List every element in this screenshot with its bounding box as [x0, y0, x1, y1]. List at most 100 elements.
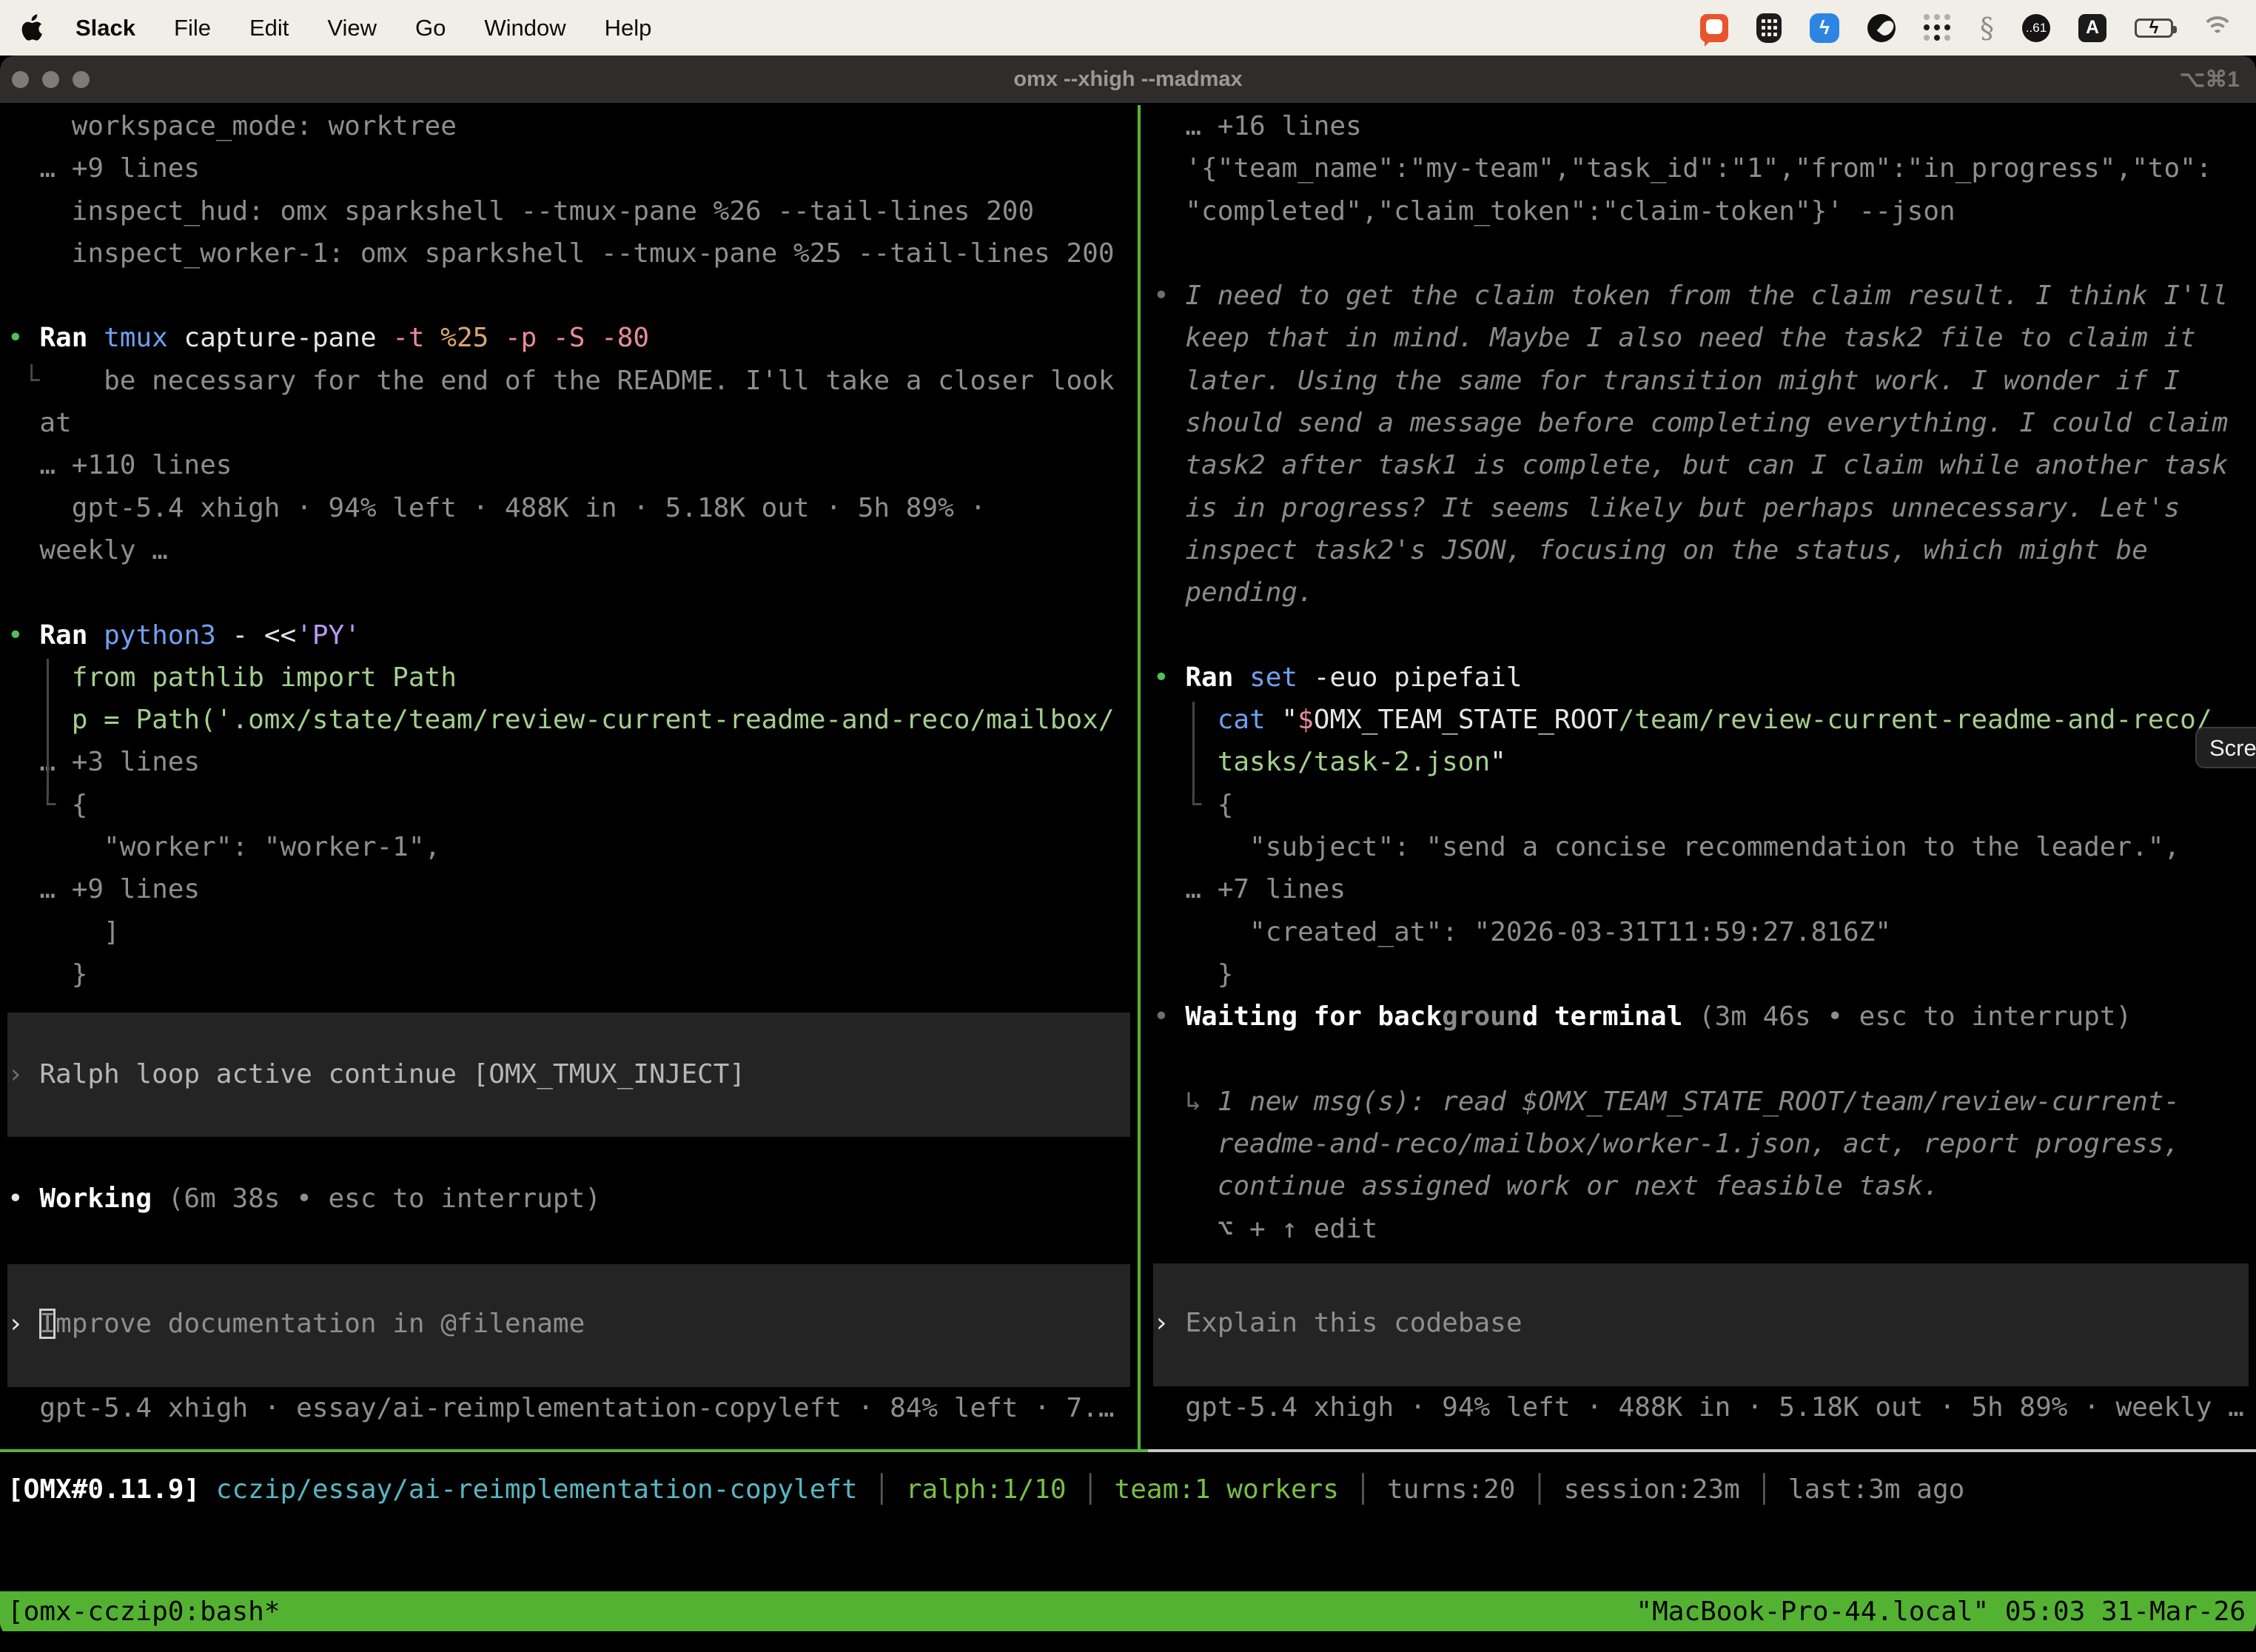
terminal-line: "created_at": "2026-03-31T11:59:27.816Z" — [1153, 911, 2256, 953]
terminal-line: … +110 lines — [7, 444, 1138, 486]
terminal-line: › Ralph loop active continue [OMX_TMUX_I… — [7, 1053, 1130, 1095]
terminal-line: • Working (6m 38s • esc to interrupt) — [7, 1178, 1138, 1220]
terminal-line: inspect task2's JSON, focusing on the st… — [1153, 529, 2256, 571]
terminal-line: ↳ 1 new msg(s): read $OMX_TEAM_STATE_ROO… — [1153, 1081, 2256, 1123]
window-title: omx --xhigh --madmax — [0, 67, 2256, 92]
terminal-line: } — [1153, 953, 2256, 995]
pane-bottom-border — [0, 1449, 2256, 1452]
bolt-badge-icon[interactable]: ϟ — [1810, 12, 1839, 44]
terminal-line: … +7 lines — [1153, 868, 2256, 910]
terminal-left-pane[interactable]: workspace_mode: worktree … +9 lines insp… — [0, 105, 1138, 1429]
terminal-line: ] — [7, 911, 1138, 953]
terminal-line: continue assigned work or next feasible … — [1153, 1165, 2256, 1207]
terminal-line: • Ran python3 - <<'PY' — [7, 614, 1138, 657]
window-titlebar[interactable]: omx --xhigh --madmax ⌥⌘1 — [0, 56, 2256, 103]
terminal-line — [7, 275, 1138, 317]
terminal-line: tasks/task-2.json" — [1153, 741, 2256, 783]
terminal-line: keep that in mind. Maybe I also need the… — [1153, 317, 2256, 359]
indent-guide — [1192, 702, 1203, 797]
tmux-status-bar: [omx-cczip0:bash* "MacBook-Pro-44.local"… — [0, 1591, 2256, 1631]
apple-menu-icon[interactable] — [21, 13, 46, 43]
terminal-body: workspace_mode: worktree … +9 lines insp… — [0, 103, 2256, 1449]
terminal-line: › Explain this codebase — [1153, 1302, 2249, 1344]
pane-divider[interactable] — [1138, 105, 1141, 1449]
terminal-line: later. Using the same for transition mig… — [1153, 360, 2256, 402]
terminal-line: "subject": "send a concise recommendatio… — [1153, 826, 2256, 868]
left-prompt-input[interactable]: › Improve documentation in @filename — [7, 1264, 1130, 1387]
terminal-line: '{"team_name":"my-team","task_id":"1","f… — [1153, 147, 2256, 189]
terminal-line: └ { — [1153, 784, 2256, 826]
left-prompt-line: › Improve documentation in @filename — [7, 1303, 1130, 1345]
terminal-line: └ { — [7, 784, 1138, 826]
terminal-line: ⌥ + ↑ edit — [1153, 1208, 2256, 1250]
terminal-line: p = Path('.omx/state/team/review-current… — [7, 699, 1138, 741]
terminal-line: › Improve documentation in @filename — [7, 1303, 1130, 1345]
terminal-line: • Ran set -euo pipefail — [1153, 657, 2256, 699]
terminal-line: "worker": "worker-1", — [7, 826, 1138, 868]
terminal-line: cat "$OMX_TEAM_STATE_ROOT/team/review-cu… — [1153, 699, 2256, 741]
window-shortcut: ⌥⌘1 — [2180, 67, 2240, 93]
menu-item-window[interactable]: Window — [484, 15, 565, 41]
terminal-line: gpt-5.4 xhigh · essay/ai-reimplementatio… — [7, 1387, 1138, 1429]
right-prompt-input[interactable]: › Explain this codebase — [1153, 1263, 2249, 1386]
terminal-line: "completed","claim_token":"claim-token"}… — [1153, 190, 2256, 232]
menu-item-edit[interactable]: Edit — [249, 15, 289, 41]
omx-status-line: [OMX#0.11.9] cczip/essay/ai-reimplementa… — [0, 1468, 2256, 1511]
left-pane-output: workspace_mode: worktree … +9 lines insp… — [7, 105, 1138, 995]
menu-status-area: ϟ § ..61 A ϟ — [1700, 12, 2234, 44]
pie-chart-icon[interactable] — [1867, 12, 1896, 44]
terminal-line: … +16 lines — [1153, 105, 2256, 147]
keypad-shield-icon[interactable] — [1756, 12, 1782, 44]
menu-bar: Slack File Edit View Go Window Help ϟ § … — [0, 0, 2256, 56]
right-prompt-line: › Explain this codebase — [1153, 1302, 2249, 1344]
squiggle-icon[interactable]: § — [1980, 12, 1994, 44]
right-pane-output: … +16 lines '{"team_name":"my-team","tas… — [1153, 105, 2256, 1250]
terminal-line — [7, 571, 1138, 614]
indent-guide — [47, 659, 57, 798]
tmux-session-label: [omx-cczip0:bash* — [7, 1596, 280, 1627]
battery-charging-icon[interactable]: ϟ — [2135, 12, 2173, 44]
ralph-status-box: › Ralph loop active continue [OMX_TMUX_I… — [7, 1013, 1130, 1137]
terminal-line: • Ran tmux capture-pane -t %25 -p -S -80 — [7, 317, 1138, 359]
terminal-line: [OMX#0.11.9] cczip/essay/ai-reimplementa… — [7, 1468, 2256, 1511]
menu-item-go[interactable]: Go — [415, 15, 446, 41]
terminal-line: weekly … — [7, 529, 1138, 571]
left-pane-statusline: gpt-5.4 xhigh · essay/ai-reimplementatio… — [7, 1387, 1138, 1429]
terminal-line: workspace_mode: worktree — [7, 105, 1138, 147]
working-status-line: • Working (6m 38s • esc to interrupt) — [7, 1178, 1138, 1220]
dots-grid-icon[interactable] — [1924, 12, 1952, 44]
terminal-line: • I need to get the claim token from the… — [1153, 275, 2256, 317]
right-pane-statusline: gpt-5.4 xhigh · 94% left · 488K in · 5.1… — [1153, 1386, 2256, 1428]
menu-item-file[interactable]: File — [174, 15, 211, 41]
terminal-line: gpt-5.4 xhigh · 94% left · 488K in · 5.1… — [1153, 1386, 2256, 1428]
terminal-line: } — [7, 953, 1138, 995]
terminal-line: … +9 lines — [7, 147, 1138, 189]
terminal-line: from pathlib import Path — [7, 657, 1138, 699]
wifi-icon[interactable] — [2201, 12, 2234, 44]
terminal-window: omx --xhigh --madmax ⌥⌘1 workspace_mode:… — [0, 56, 2256, 1637]
input-source-icon[interactable]: A — [2078, 12, 2106, 44]
terminal-line — [1153, 1038, 2256, 1081]
menu-item-slack[interactable]: Slack — [75, 15, 135, 41]
terminal-line: task2 after task1 is complete, but can I… — [1153, 444, 2256, 486]
terminal-line: inspect_worker-1: omx sparkshell --tmux-… — [7, 232, 1138, 275]
screen-share-overlay[interactable]: Scre — [2195, 727, 2256, 768]
count-badge-icon[interactable]: ..61 — [2022, 12, 2050, 44]
terminal-line: readme-and-reco/mailbox/worker-1.json, a… — [1153, 1123, 2256, 1165]
ralph-status-line: › Ralph loop active continue [OMX_TMUX_I… — [7, 1053, 1130, 1095]
terminal-line: inspect_hud: omx sparkshell --tmux-pane … — [7, 190, 1138, 232]
terminal-line: pending. — [1153, 571, 2256, 614]
terminal-line — [1153, 614, 2256, 657]
terminal-line: gpt-5.4 xhigh · 94% left · 488K in · 5.1… — [7, 487, 1138, 529]
terminal-right-pane[interactable]: … +16 lines '{"team_name":"my-team","tas… — [1146, 105, 2256, 1428]
terminal-line: └ be necessary for the end of the README… — [7, 360, 1138, 402]
menu-item-help[interactable]: Help — [605, 15, 652, 41]
terminal-line: • Waiting for background terminal (3m 46… — [1153, 995, 2256, 1038]
terminal-line: … +3 lines — [7, 741, 1138, 783]
tmux-host-clock: "MacBook-Pro-44.local" 05:03 31-Mar-26 — [1636, 1596, 2246, 1627]
terminal-line: … +9 lines — [7, 868, 1138, 910]
terminal-line: at — [7, 402, 1138, 444]
slack-badge-icon[interactable] — [1700, 12, 1728, 44]
menu-item-view[interactable]: View — [327, 15, 377, 41]
terminal-line: is in progress? It seems likely but perh… — [1153, 487, 2256, 529]
